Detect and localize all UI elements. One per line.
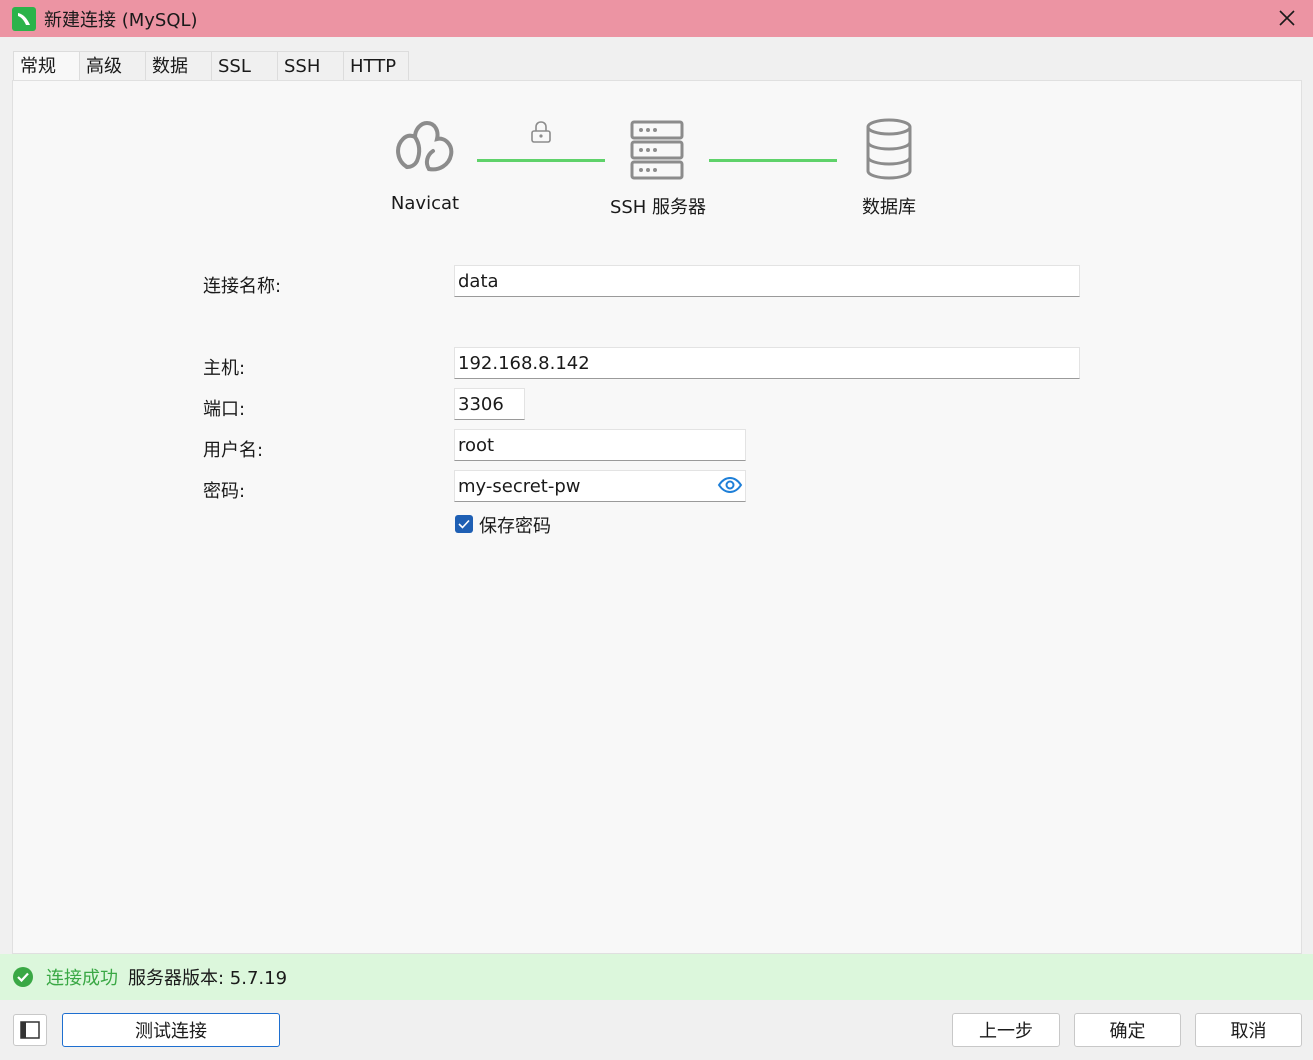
tab-bar: 常规 高级 数据库 SSL SSH HTTP xyxy=(13,51,409,106)
connection-line-left xyxy=(477,159,605,162)
close-button[interactable] xyxy=(1273,4,1301,32)
connection-name-field[interactable] xyxy=(454,265,1080,297)
navicat-app-icon xyxy=(12,6,36,31)
server-version: 服务器版本: 5.7.19 xyxy=(128,968,288,989)
back-button[interactable]: 上一步 xyxy=(952,1013,1060,1047)
test-connection-button[interactable]: 测试连接 xyxy=(62,1013,280,1047)
eye-icon xyxy=(717,476,743,494)
port-label: 端口: xyxy=(203,399,246,420)
tab-ssl[interactable]: SSL xyxy=(211,51,278,81)
success-check-icon xyxy=(13,967,33,987)
navicat-logo-icon xyxy=(396,120,454,172)
ssh-server-icon xyxy=(630,120,684,180)
connection-line-right xyxy=(709,159,837,162)
window-title: 新建连接 (MySQL) xyxy=(44,9,198,31)
password-label: 密码: xyxy=(203,481,246,502)
close-icon xyxy=(1279,10,1295,26)
username-label: 用户名: xyxy=(203,440,264,461)
tab-advanced[interactable]: 高级 xyxy=(79,51,146,81)
diagram-database-label: 数据库 xyxy=(862,197,916,218)
cancel-button[interactable]: 取消 xyxy=(1195,1013,1302,1047)
status-bar: 连接成功 服务器版本: 5.7.19 xyxy=(0,954,1313,1000)
show-password-button[interactable] xyxy=(716,473,744,497)
username-field[interactable] xyxy=(454,429,746,461)
diagram-ssh-label: SSH 服务器 xyxy=(609,197,707,218)
database-icon xyxy=(866,118,912,180)
tab-http[interactable]: HTTP xyxy=(343,51,409,81)
ok-button[interactable]: 确定 xyxy=(1074,1013,1181,1047)
sidebar-icon xyxy=(20,1021,40,1039)
lock-icon xyxy=(531,121,551,143)
checkmark-icon xyxy=(458,519,470,529)
connection-name-label: 连接名称: xyxy=(203,276,282,297)
tab-general[interactable]: 常规 xyxy=(13,51,80,82)
port-field[interactable] xyxy=(454,388,525,420)
diagram-client-label: Navicat xyxy=(390,193,460,214)
sidebar-toggle-button[interactable] xyxy=(13,1014,47,1046)
password-field[interactable] xyxy=(454,470,746,502)
host-label: 主机: xyxy=(203,358,246,379)
save-password-checkbox[interactable] xyxy=(455,515,473,533)
tab-database[interactable]: 数据库 xyxy=(145,51,212,106)
save-password-label: 保存密码 xyxy=(479,516,551,537)
host-field[interactable] xyxy=(454,347,1080,379)
tab-ssh[interactable]: SSH xyxy=(277,51,344,81)
status-message: 连接成功 xyxy=(46,968,118,989)
title-bar: 新建连接 (MySQL) xyxy=(0,0,1313,37)
